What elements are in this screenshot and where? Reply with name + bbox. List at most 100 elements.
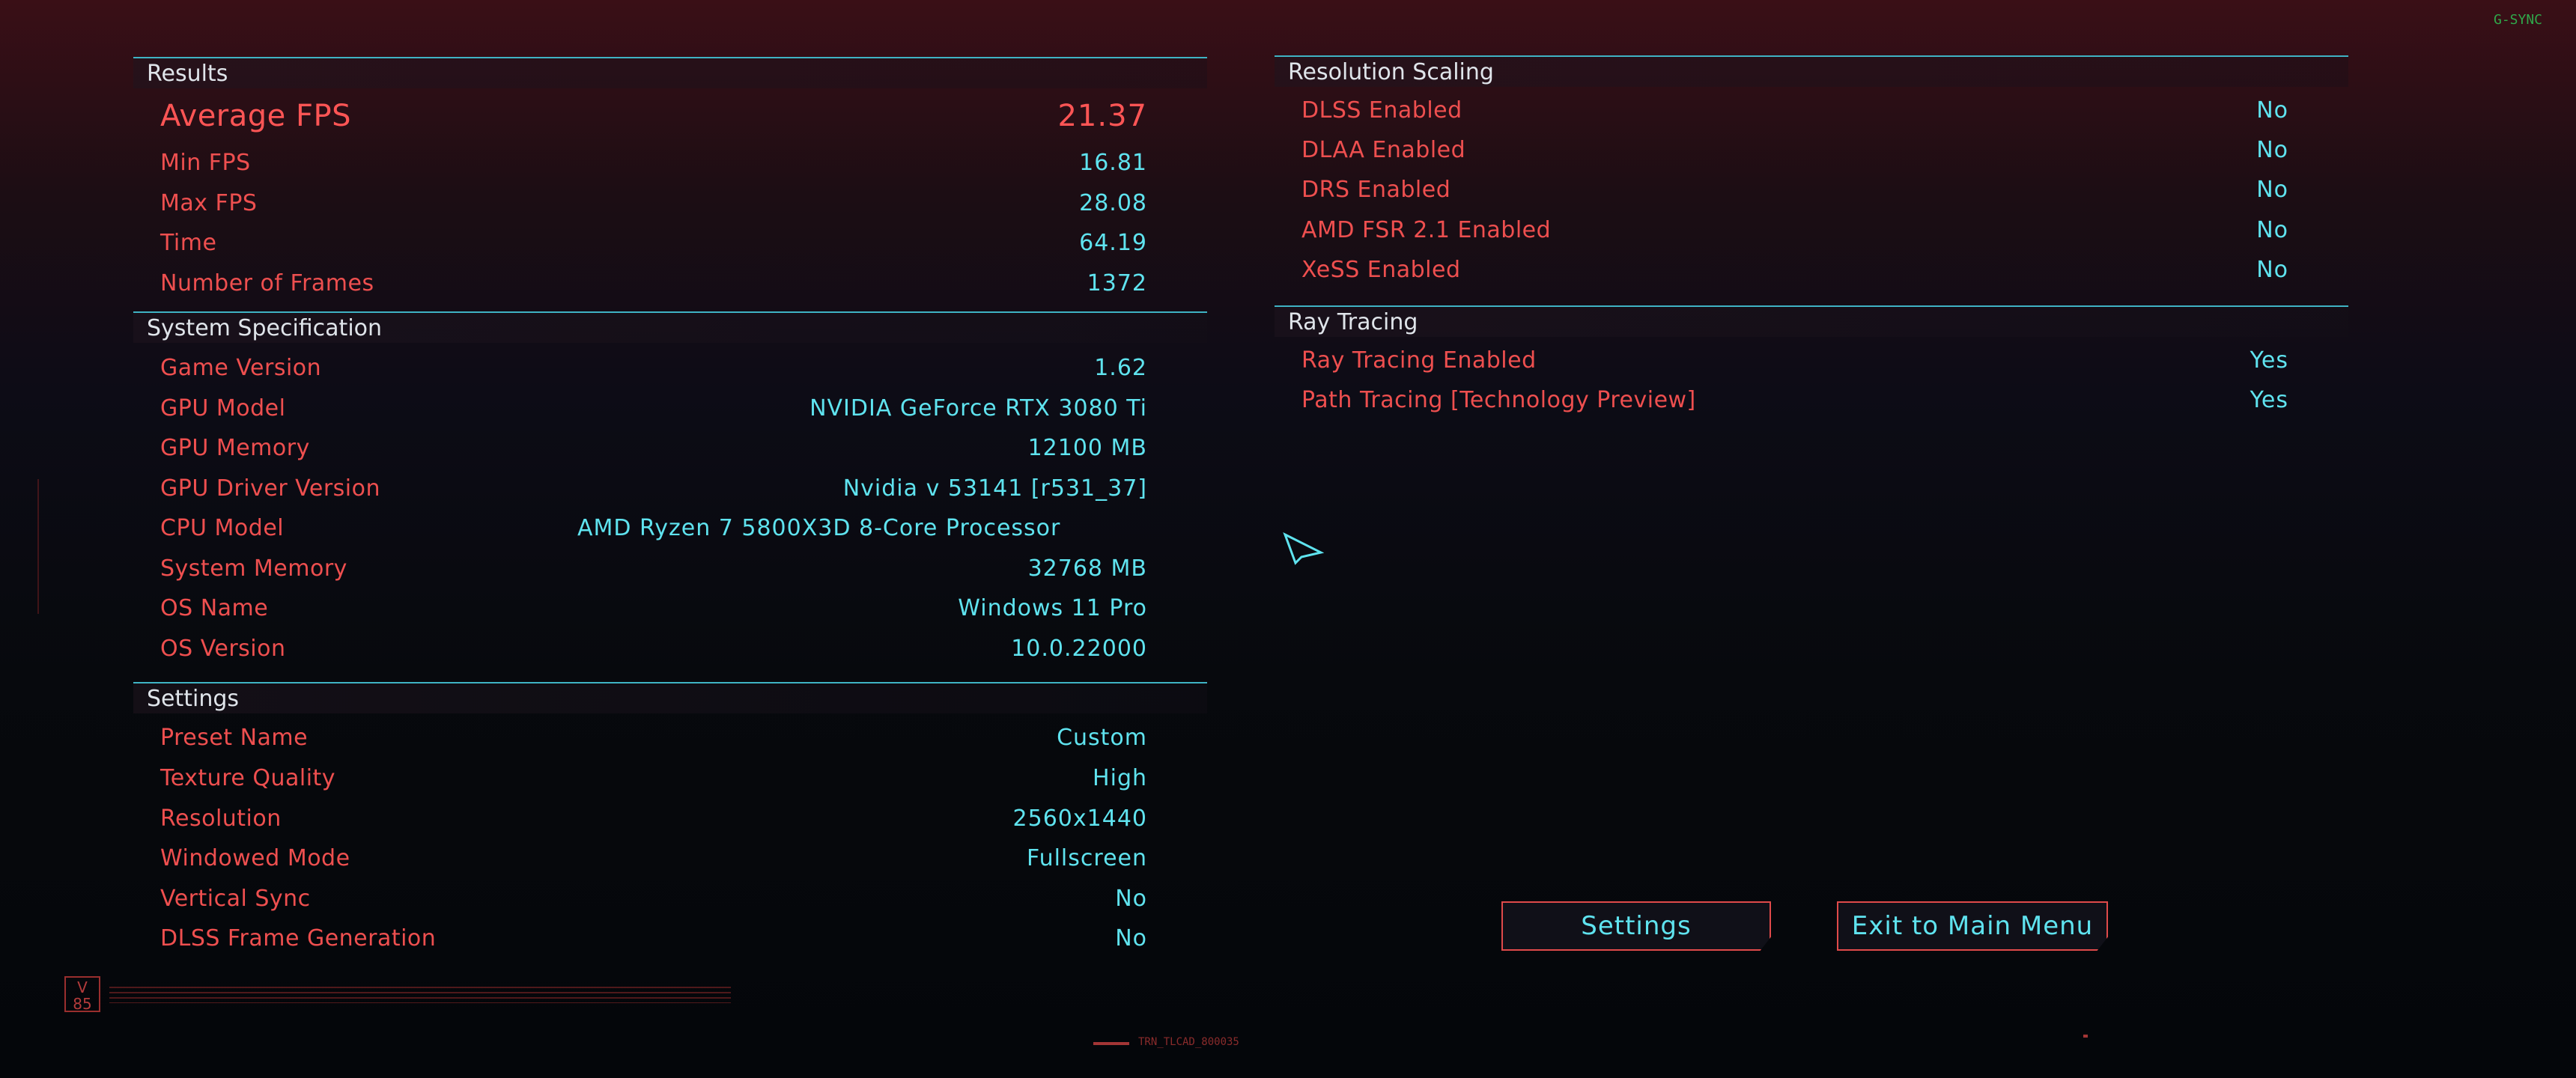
spec-row-gpu-memory: GPU Memory 12100 MB — [133, 429, 1207, 469]
setting-label: Preset Name — [160, 725, 309, 751]
ray-tracing-title: Ray Tracing — [1288, 309, 1418, 335]
result-label: Max FPS — [160, 190, 258, 216]
rt-label: Ray Tracing Enabled — [1301, 347, 1537, 374]
right-panel: Resolution Scaling DLSS Enabled No DLAA … — [1275, 55, 2348, 445]
scaling-label: XeSS Enabled — [1301, 257, 1461, 283]
spec-row-cpu-model: CPU Model AMD Ryzen 7 5800X3D 8-Core Pro… — [133, 509, 1207, 549]
spec-label: System Memory — [160, 555, 347, 582]
result-row-time: Time 64.19 — [133, 224, 1207, 264]
setting-label: Texture Quality — [160, 765, 336, 791]
scaling-label: AMD FSR 2.1 Enabled — [1301, 217, 1552, 243]
version-badge: V 85 — [64, 976, 100, 1012]
setting-row-windowed: Windowed Mode Fullscreen — [133, 839, 1207, 879]
exit-to-main-menu-button[interactable]: Exit to Main Menu — [1837, 901, 2108, 951]
result-value: 28.08 — [1079, 190, 1147, 216]
result-row-average-fps: Average FPS 21.37 — [133, 97, 1207, 137]
scaling-value: No — [2256, 177, 2288, 203]
scaling-value: No — [2256, 217, 2288, 243]
setting-value: No — [1115, 925, 1147, 951]
rt-label: Path Tracing [Technology Preview] — [1301, 387, 1696, 413]
result-label: Average FPS — [160, 99, 351, 133]
spec-label: CPU Model — [160, 515, 285, 541]
resolution-scaling-header: Resolution Scaling — [1275, 55, 2348, 87]
setting-value: No — [1115, 886, 1147, 912]
scaling-label: DLSS Enabled — [1301, 97, 1462, 124]
scaling-value: No — [2256, 97, 2288, 124]
scaling-label: DRS Enabled — [1301, 177, 1451, 203]
rt-row-path-tracing: Path Tracing [Technology Preview] Yes — [1275, 381, 2348, 421]
scaling-row-fsr: AMD FSR 2.1 Enabled No — [1275, 211, 2348, 251]
scaling-row-xess: XeSS Enabled No — [1275, 251, 2348, 290]
setting-row-vsync: Vertical Sync No — [133, 880, 1207, 919]
result-value: 64.19 — [1079, 230, 1147, 256]
scaling-value: No — [2256, 137, 2288, 163]
spec-row-gpu-driver: GPU Driver Version Nvidia v 53141 [r531_… — [133, 469, 1207, 509]
setting-value: Fullscreen — [1026, 845, 1147, 871]
settings-header: Settings — [133, 682, 1207, 713]
settings-button[interactable]: Settings — [1501, 901, 1771, 951]
result-value: 21.37 — [1057, 99, 1147, 133]
result-label: Min FPS — [160, 150, 251, 176]
setting-row-preset: Preset Name Custom — [133, 719, 1207, 758]
spec-value: NVIDIA GeForce RTX 3080 Ti — [809, 395, 1147, 421]
settings-title: Settings — [147, 686, 240, 712]
resolution-scaling-title: Resolution Scaling — [1288, 59, 1494, 85]
setting-row-texture: Texture Quality High — [133, 759, 1207, 799]
build-code-marker — [1093, 1042, 1129, 1045]
version-badge-text: V 85 — [73, 978, 92, 1013]
spec-value: AMD Ryzen 7 5800X3D 8-Core Processor — [577, 515, 1061, 541]
system-spec-title: System Specification — [147, 315, 383, 341]
setting-label: Windowed Mode — [160, 845, 350, 871]
spec-label: GPU Driver Version — [160, 475, 380, 502]
spec-row-os-version: OS Version 10.0.22000 — [133, 630, 1207, 669]
spec-row-os-name: OS Name Windows 11 Pro — [133, 589, 1207, 629]
spec-value: 12100 MB — [1027, 435, 1147, 461]
build-code: TRN_TLCAD_800035 — [1138, 1036, 1239, 1048]
scaling-row-drs: DRS Enabled No — [1275, 171, 2348, 210]
spec-label: GPU Model — [160, 395, 286, 421]
result-row-max-fps: Max FPS 28.08 — [133, 184, 1207, 224]
spec-row-gpu-model: GPU Model NVIDIA GeForce RTX 3080 Ti — [133, 389, 1207, 429]
spec-value: Windows 11 Pro — [958, 595, 1147, 621]
spec-value: 32768 MB — [1027, 555, 1147, 582]
spec-label: OS Version — [160, 636, 286, 662]
ray-tracing-header: Ray Tracing — [1275, 305, 2348, 337]
result-row-frames: Number of Frames 1372 — [133, 264, 1207, 304]
rt-value: Yes — [2250, 347, 2288, 374]
result-value: 16.81 — [1079, 150, 1147, 176]
setting-value: High — [1093, 765, 1147, 791]
setting-label: Resolution — [160, 806, 282, 832]
setting-label: DLSS Frame Generation — [160, 925, 437, 951]
scaling-row-dlss: DLSS Enabled No — [1275, 91, 2348, 131]
spec-row-system-memory: System Memory 32768 MB — [133, 549, 1207, 589]
spec-value: 10.0.22000 — [1011, 636, 1147, 662]
spec-label: Game Version — [160, 355, 322, 381]
results-header: Results — [133, 57, 1207, 88]
rt-row-enabled: Ray Tracing Enabled Yes — [1275, 341, 2348, 381]
setting-row-resolution: Resolution 2560x1440 — [133, 800, 1207, 839]
result-value: 1372 — [1087, 270, 1147, 296]
system-spec-header: System Specification — [133, 311, 1207, 343]
fine-print-lines — [109, 987, 731, 1003]
scaling-value: No — [2256, 257, 2288, 283]
scaling-row-dlaa: DLAA Enabled No — [1275, 131, 2348, 171]
spec-label: GPU Memory — [160, 435, 310, 461]
setting-row-frame-gen: DLSS Frame Generation No — [133, 919, 1207, 959]
results-title: Results — [147, 61, 228, 87]
spec-value: 1.62 — [1094, 355, 1147, 381]
left-panel: Results Average FPS 21.37 Min FPS 16.81 … — [133, 57, 1207, 970]
rt-value: Yes — [2250, 387, 2288, 413]
spec-value: Nvidia v 53141 [r531_37] — [842, 475, 1147, 502]
setting-label: Vertical Sync — [160, 886, 311, 912]
scaling-label: DLAA Enabled — [1301, 137, 1466, 163]
result-label: Number of Frames — [160, 270, 374, 296]
mouse-cursor-icon — [1283, 532, 1324, 565]
spec-row-game-version: Game Version 1.62 — [133, 349, 1207, 389]
gsync-badge: G-SYNC — [2494, 12, 2543, 28]
setting-value: 2560x1440 — [1012, 806, 1147, 832]
result-row-min-fps: Min FPS 16.81 — [133, 144, 1207, 183]
left-edge-decoration — [37, 479, 54, 614]
setting-value: Custom — [1057, 725, 1147, 751]
result-label: Time — [160, 230, 217, 256]
small-dot-marker — [2083, 1035, 2088, 1038]
